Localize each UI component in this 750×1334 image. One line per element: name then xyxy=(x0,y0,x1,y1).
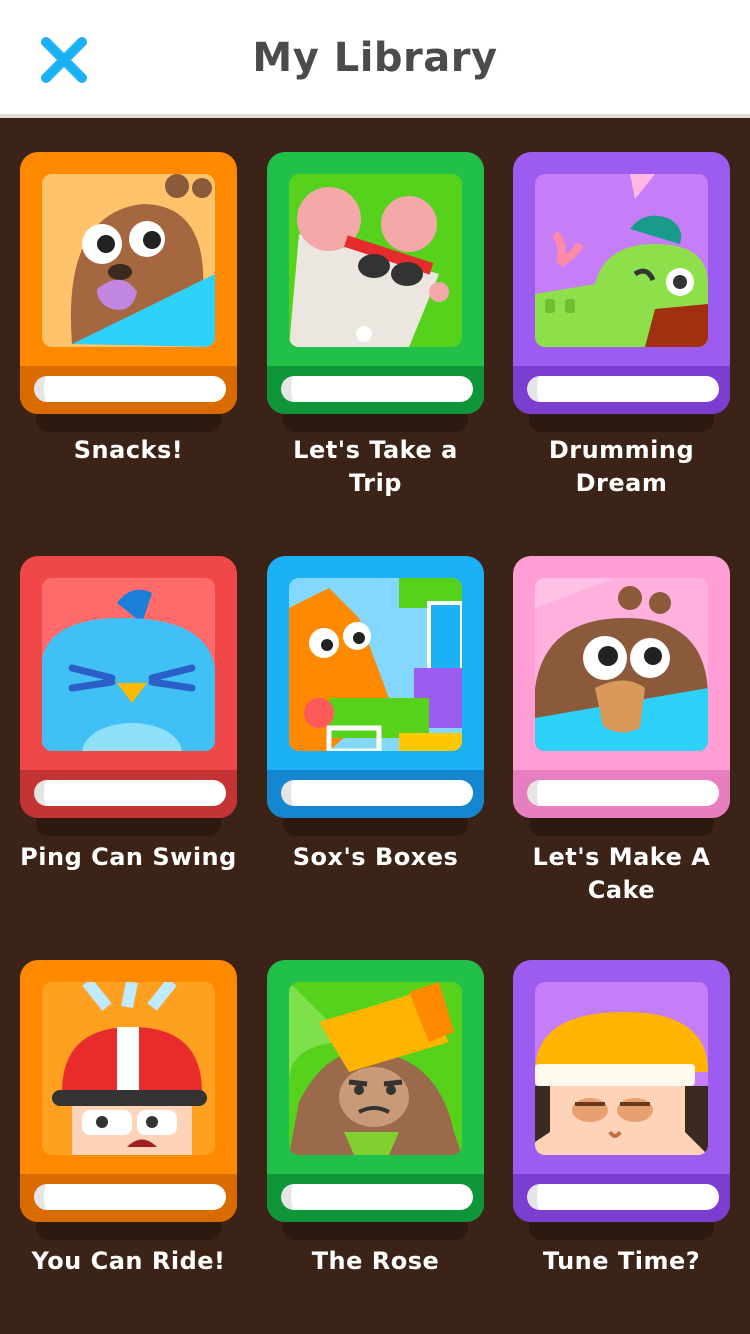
book-soxs-boxes[interactable]: Sox's Boxes xyxy=(267,556,484,871)
bear-eating-icon xyxy=(42,174,215,347)
book-pages xyxy=(34,780,226,806)
book-pages xyxy=(34,376,226,402)
library-grid: Snacks! Let's Take a Trip Drumming Dream… xyxy=(0,122,750,1334)
page-title: My Library xyxy=(252,35,498,81)
header-bar: My Library xyxy=(0,0,750,118)
book-pages xyxy=(281,780,473,806)
book-title: Ping Can Swing xyxy=(20,843,237,871)
blue-bird-icon xyxy=(42,578,215,751)
book-pages xyxy=(281,1184,473,1210)
book-ping-can-swing[interactable]: Ping Can Swing xyxy=(20,556,237,871)
book-tune-time[interactable]: Tune Time? xyxy=(513,960,730,1275)
book-title: Drumming Dream xyxy=(548,436,695,497)
book-title: Snacks! xyxy=(73,436,184,464)
book-title: You Can Ride! xyxy=(31,1247,226,1275)
book-pages xyxy=(527,780,719,806)
book-pages xyxy=(527,1184,719,1210)
helmet-rider-icon xyxy=(42,982,215,1155)
book-lets-make-a-cake[interactable]: Let's Make A Cake xyxy=(513,556,730,904)
book-lets-take-a-trip[interactable]: Let's Take a Trip xyxy=(267,152,484,497)
book-title: Tune Time? xyxy=(542,1247,701,1275)
book-title: Let's Make A Cake xyxy=(532,843,711,904)
crocodile-winking-icon xyxy=(535,174,708,347)
book-drumming-dream[interactable]: Drumming Dream xyxy=(513,152,730,497)
book-you-can-ride[interactable]: You Can Ride! xyxy=(20,960,237,1275)
sleepy-kid-icon xyxy=(535,982,708,1155)
book-pages xyxy=(281,376,473,402)
book-title: Let's Take a Trip xyxy=(293,436,458,497)
book-pages xyxy=(34,1184,226,1210)
fox-boxes-icon xyxy=(289,578,462,751)
mouse-sunglasses-icon xyxy=(289,174,462,347)
book-snacks[interactable]: Snacks! xyxy=(20,152,237,464)
bear-surprised-icon xyxy=(535,578,708,751)
book-pages xyxy=(527,376,719,402)
book-title: The Rose xyxy=(311,1247,440,1275)
book-title: Sox's Boxes xyxy=(292,843,459,871)
monkey-hat-icon xyxy=(289,982,462,1155)
book-the-rose[interactable]: The Rose xyxy=(267,960,484,1275)
